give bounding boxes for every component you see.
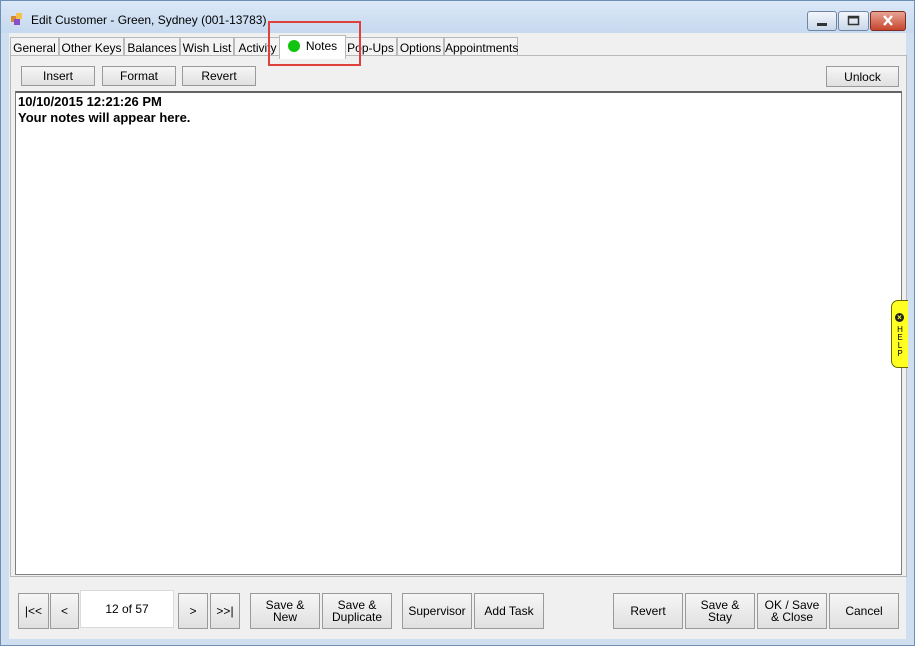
tab-label: Appointments: [445, 41, 519, 55]
tab-label: General: [13, 41, 56, 55]
notes-tab-highlight: [268, 21, 361, 66]
notes-tab-page: Insert Format Revert Unlock 10/10/2015 1…: [10, 55, 907, 577]
record-position: 12 of 57: [80, 590, 174, 628]
help-letters-text: HELP: [897, 325, 903, 358]
maximize-button[interactable]: [838, 11, 869, 31]
notes-editor[interactable]: 10/10/2015 12:21:26 PM Your notes will a…: [15, 91, 902, 575]
insert-button[interactable]: Insert: [21, 66, 95, 86]
save-new-label-2: New: [272, 610, 297, 624]
edit-customer-window: Edit Customer - Green, Sydney (001-13783…: [0, 0, 915, 646]
tab-label: Other Keys: [61, 41, 122, 55]
cancel-button[interactable]: Cancel: [829, 593, 899, 629]
unlock-button[interactable]: Unlock: [826, 66, 899, 87]
tab-label: Wish List: [182, 41, 232, 55]
note-text: Your notes will appear here.: [18, 110, 191, 125]
save-stay-button[interactable]: Save & Stay: [685, 593, 755, 629]
first-record-button[interactable]: |<<: [18, 593, 49, 629]
window-title: Edit Customer - Green, Sydney (001-13783…: [31, 13, 267, 27]
close-icon: [883, 15, 893, 26]
tab-label: Options: [399, 41, 442, 55]
save-duplicate-button[interactable]: Save & Duplicate: [322, 593, 392, 629]
app-icon: [11, 13, 22, 25]
previous-record-button[interactable]: <: [50, 593, 79, 629]
close-help-icon[interactable]: ×: [895, 313, 904, 322]
ok-save-close-button[interactable]: OK / Save & Close: [757, 593, 827, 629]
format-button[interactable]: Format: [102, 66, 176, 86]
help-label: HELP: [896, 326, 904, 358]
save-duplicate-label-2: Duplicate: [331, 610, 383, 624]
revert-button[interactable]: Revert: [613, 593, 683, 629]
supervisor-button[interactable]: Supervisor: [402, 593, 472, 629]
help-tab[interactable]: × HELP: [891, 300, 908, 368]
tab-label: Balances: [127, 41, 177, 55]
maximize-icon: [847, 15, 860, 26]
client-area: General Other Keys Balances Wish List Ac…: [9, 33, 907, 639]
next-record-button[interactable]: >: [178, 593, 208, 629]
last-record-button[interactable]: >>|: [210, 593, 240, 629]
save-new-button[interactable]: Save & New: [250, 593, 320, 629]
title-bar[interactable]: Edit Customer - Green, Sydney (001-13783…: [1, 1, 914, 33]
save-stay-label-2: Stay: [707, 610, 732, 624]
ok-save-close-label-2: & Close: [770, 610, 814, 624]
minimize-button[interactable]: [807, 11, 837, 31]
revert-notes-button[interactable]: Revert: [182, 66, 256, 86]
close-button[interactable]: [870, 11, 906, 31]
minimize-icon: [817, 23, 827, 26]
note-timestamp: 10/10/2015 12:21:26 PM: [18, 94, 162, 109]
add-task-button[interactable]: Add Task: [474, 593, 544, 629]
